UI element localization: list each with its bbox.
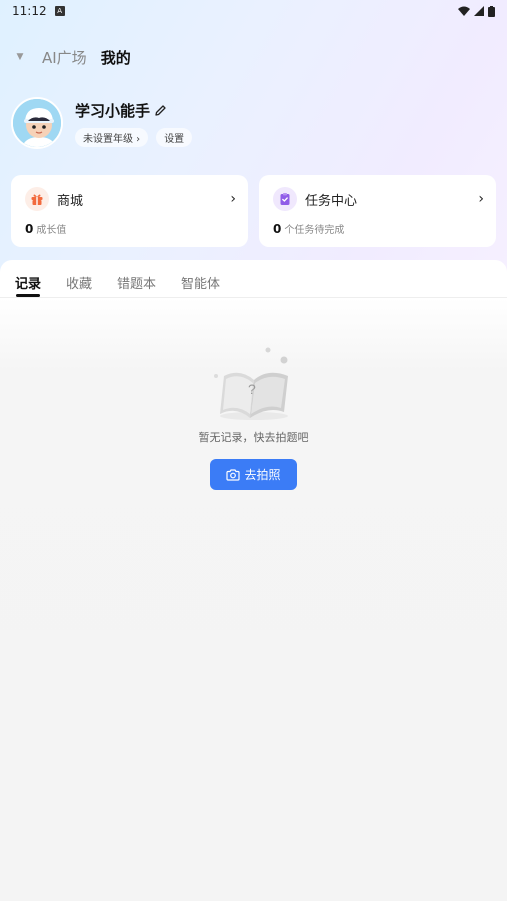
grade-chip[interactable]: 未设置年级 › [75,128,149,147]
mall-title: 商城 [57,193,84,209]
signal-icon [474,6,484,16]
empty-message: 暂无记录，快去拍题吧 [198,431,309,444]
chevron-right-icon: › [230,191,236,207]
task-center-card[interactable]: 任务中心 › 0 个任务待完成 [259,175,496,247]
avatar[interactable] [11,97,63,149]
tab-mine[interactable]: 我的 [101,47,131,68]
wifi-icon [458,6,470,16]
tab-mistake-book[interactable]: 错题本 [117,260,156,297]
status-time: 11:12 [12,4,47,18]
tab-agents[interactable]: 智能体 [181,260,220,297]
status-bar: 11:12 A [0,0,507,22]
user-name: 学习小能手 [75,102,151,120]
caret-down-icon[interactable]: ▼ [12,52,28,62]
settings-chip[interactable]: 设置 [156,128,193,147]
top-nav: ▼ AI广场 我的 [12,44,131,70]
camera-icon [226,468,241,481]
take-photo-button[interactable]: 去拍照 [210,459,297,490]
clipboard-icon [273,187,297,211]
content-tabs: 记录 收藏 错题本 智能体 [0,260,507,298]
tab-favorites[interactable]: 收藏 [66,260,92,297]
profile-section: 学习小能手 未设置年级 › 设置 [11,97,193,149]
records-empty-area: ? 暂无记录，快去拍题吧 去拍照 [0,298,507,901]
mall-card[interactable]: 商城 › 0 成长值 [11,175,248,247]
empty-book-icon: ? [214,347,288,420]
svg-text:?: ? [248,381,256,397]
chevron-right-icon: › [478,191,484,207]
battery-icon [488,5,495,17]
notification-a-icon: A [54,6,65,16]
mall-desc: 成长值 [36,225,67,236]
tab-records[interactable]: 记录 [15,260,41,297]
task-desc: 个任务待完成 [284,225,345,236]
task-title: 任务中心 [305,193,358,209]
content-panel: 记录 收藏 错题本 智能体 ? 暂无记录，快去拍题吧 去拍照 [0,260,507,901]
edit-pencil-icon[interactable] [154,104,167,117]
mall-count: 0 [25,222,34,236]
task-count: 0 [273,222,282,236]
take-photo-label: 去拍照 [244,468,281,482]
gift-icon [25,187,49,211]
tab-ai-plaza[interactable]: AI广场 [42,47,87,68]
